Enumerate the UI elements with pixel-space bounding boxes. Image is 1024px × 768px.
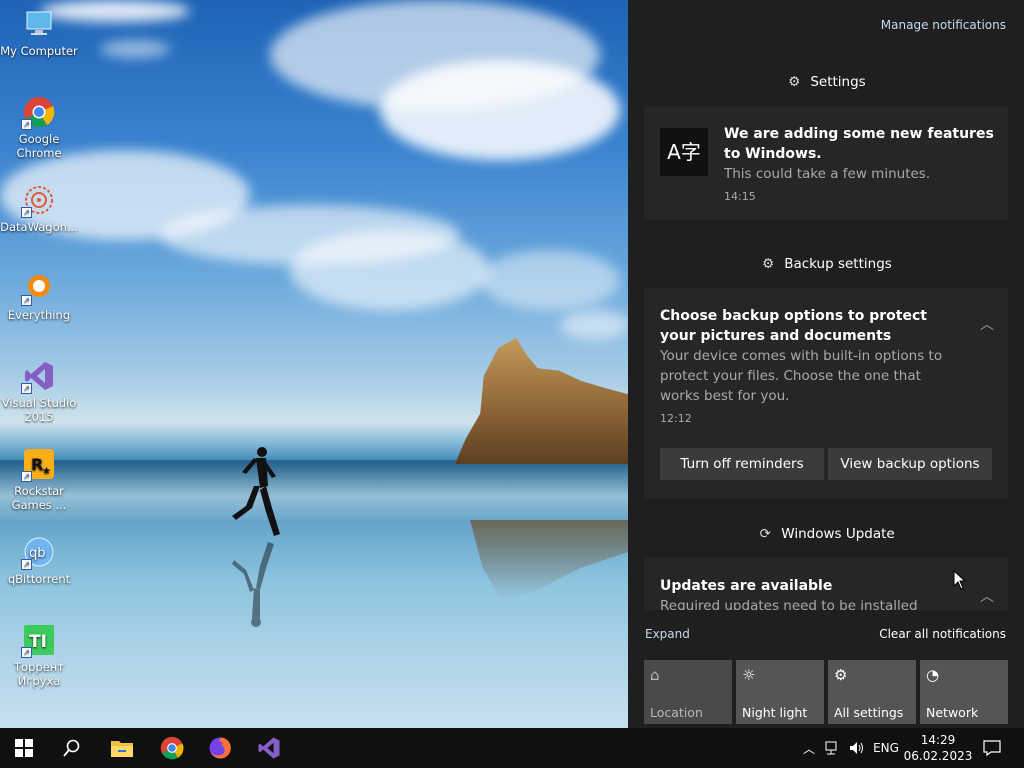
group-title: Backup settings bbox=[784, 256, 892, 272]
view-backup-options-button[interactable]: View backup options bbox=[828, 448, 992, 480]
gear-icon: ⚙ bbox=[834, 666, 848, 684]
notification-icon bbox=[983, 740, 1001, 756]
taskbar-visual-studio[interactable] bbox=[245, 728, 293, 768]
folder-icon bbox=[111, 741, 133, 757]
desktop-icon-label: Everything bbox=[7, 308, 71, 322]
show-hidden-icons-button[interactable]: ︿ bbox=[800, 728, 818, 768]
notification-card-backup[interactable]: ︿ Choose backup options to protect your … bbox=[644, 288, 1008, 498]
notification-body: Required updates need to be installed bbox=[660, 598, 918, 610]
notification-time: 12:12 bbox=[660, 412, 692, 425]
windows-logo-icon bbox=[15, 739, 33, 757]
gear-icon: ⚙ bbox=[762, 256, 775, 272]
runner-silhouette bbox=[232, 447, 280, 536]
desktop-icon-label: Visual Studio 2015 bbox=[1, 396, 77, 424]
desktop-icon-datawagon[interactable]: ↗ DataWagon... bbox=[0, 184, 78, 234]
quick-action-label: All settings bbox=[834, 705, 904, 720]
search-button[interactable] bbox=[48, 728, 96, 768]
night-light-icon: ☼ bbox=[742, 666, 756, 684]
desktop-icon-label: DataWagon... bbox=[0, 220, 78, 234]
quick-action-label: Location bbox=[650, 705, 703, 720]
notification-body: Your device comes with built-in options … bbox=[660, 348, 943, 404]
quick-action-night-light[interactable]: ☼ Night light bbox=[736, 660, 824, 724]
chevron-up-icon[interactable]: ︿ bbox=[980, 314, 994, 334]
desktop-icon-label: qBittorrent bbox=[7, 572, 71, 586]
desktop-icon-label: My Computer bbox=[0, 44, 78, 58]
desktop-icon-rockstar[interactable]: R ★ ↗ Rockstar Games ... bbox=[0, 448, 78, 512]
firefox-icon bbox=[209, 737, 231, 759]
taskbar-firefox[interactable] bbox=[196, 728, 244, 768]
quick-action-label: Night light bbox=[742, 705, 808, 720]
notification-group-backup[interactable]: ⚙ Backup settings bbox=[644, 256, 1008, 272]
group-title: Settings bbox=[810, 74, 866, 90]
desktop-icon-label: Торрент Игруха bbox=[14, 660, 64, 688]
action-center: Manage notifications ⚙ Settings A字 We are… bbox=[628, 0, 1024, 728]
quick-action-network[interactable]: ◔ Network bbox=[920, 660, 1008, 724]
language-indicator[interactable]: ENG bbox=[870, 728, 902, 768]
notification-group-windows-update[interactable]: ⟳ Windows Update bbox=[644, 526, 1008, 542]
gear-icon: ⚙ bbox=[788, 74, 801, 90]
desktop-icon-label: Google Chrome bbox=[16, 132, 62, 160]
quick-action-label: Network bbox=[926, 705, 979, 720]
notification-title: Updates are available bbox=[660, 578, 833, 594]
rock-formation bbox=[455, 338, 628, 464]
language-features-icon: A字 bbox=[660, 128, 708, 176]
desktop-icon-qbittorrent[interactable]: qb ↗ qBittorrent bbox=[0, 536, 78, 586]
clock-date: 06.02.2023 bbox=[903, 749, 973, 763]
expand-link[interactable]: Expand bbox=[645, 627, 690, 641]
desktop-icon-torrent-igruha[interactable]: TI ↗ Торрент Игруха bbox=[0, 624, 78, 688]
manage-notifications-link[interactable]: Manage notifications bbox=[881, 18, 1006, 32]
action-center-button[interactable] bbox=[978, 728, 1006, 768]
desktop-icon-chrome[interactable]: ↗ Google Chrome bbox=[0, 96, 78, 160]
desktop-icon-everything[interactable]: ↗ Everything bbox=[0, 272, 78, 322]
computer-icon bbox=[26, 11, 52, 35]
start-button[interactable] bbox=[0, 728, 48, 768]
desktop-icon-label: Rockstar Games ... bbox=[11, 484, 67, 512]
clock[interactable]: 14:29 06.02.2023 bbox=[903, 728, 973, 768]
clock-time: 14:29 bbox=[920, 733, 956, 747]
group-title: Windows Update bbox=[781, 526, 895, 542]
desktop-icon-visual-studio[interactable]: ↗ Visual Studio 2015 bbox=[0, 360, 78, 424]
taskbar: ︿ ENG 14:29 06.02.2023 bbox=[0, 728, 1024, 768]
visual-studio-icon bbox=[258, 737, 280, 759]
clear-all-notifications-link[interactable]: Clear all notifications bbox=[879, 627, 1006, 641]
chevron-up-icon[interactable]: ︿ bbox=[980, 586, 994, 606]
location-icon: ⌂ bbox=[650, 666, 660, 684]
notification-body: This could take a few minutes. bbox=[724, 166, 931, 182]
notification-title: Choose backup options to protect your pi… bbox=[660, 308, 927, 344]
taskbar-chrome[interactable] bbox=[148, 728, 196, 768]
search-icon bbox=[63, 739, 80, 757]
taskbar-file-explorer[interactable] bbox=[98, 728, 146, 768]
chrome-icon bbox=[160, 736, 184, 760]
network-tray-icon[interactable] bbox=[822, 728, 844, 768]
svg-text:★: ★ bbox=[42, 466, 51, 477]
chevron-up-icon: ︿ bbox=[802, 741, 815, 756]
network-icon: ◔ bbox=[926, 666, 940, 684]
notification-card-settings[interactable]: A字 We are adding some new features to Wi… bbox=[644, 106, 1008, 220]
notification-time: 14:15 bbox=[724, 190, 756, 203]
notification-title: We are adding some new features to Windo… bbox=[724, 126, 994, 162]
mouse-cursor-icon bbox=[953, 570, 967, 590]
desktop-icon-my-computer[interactable]: My Computer bbox=[0, 8, 78, 58]
update-icon: ⟳ bbox=[759, 526, 771, 542]
quick-action-location[interactable]: ⌂ Location bbox=[644, 660, 732, 724]
turn-off-reminders-button[interactable]: Turn off reminders bbox=[660, 448, 824, 480]
volume-tray-icon[interactable] bbox=[846, 728, 868, 768]
speaker-icon bbox=[850, 742, 863, 754]
desktop: My Computer ↗ Google Chrome ↗ DataWagon.… bbox=[0, 0, 628, 728]
notification-group-settings[interactable]: ⚙ Settings bbox=[644, 74, 1008, 90]
wired-network-icon bbox=[825, 741, 837, 755]
quick-action-all-settings[interactable]: ⚙ All settings bbox=[828, 660, 916, 724]
